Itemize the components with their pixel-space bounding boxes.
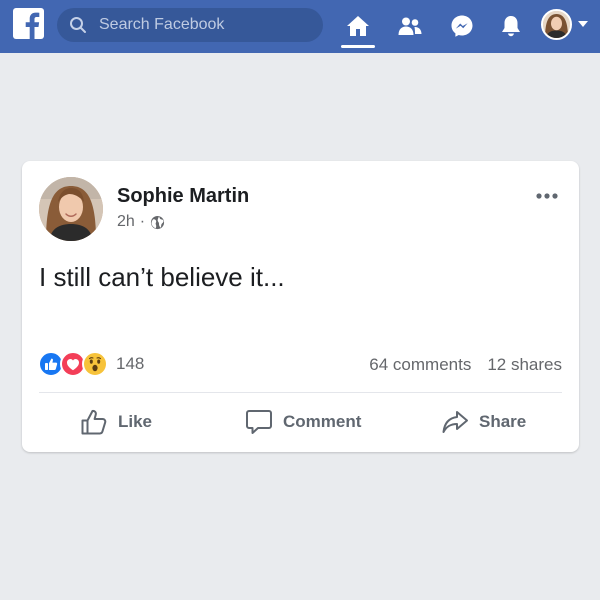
wow-reaction-icon xyxy=(82,351,108,377)
author-avatar[interactable] xyxy=(39,177,103,241)
more-dots-icon xyxy=(536,193,558,199)
reactions-summary[interactable]: 148 xyxy=(38,351,144,377)
post-body-text: I still can’t believe it... xyxy=(39,262,285,292)
post-timestamp[interactable]: 2h xyxy=(117,213,135,231)
nav-friends-button[interactable] xyxy=(390,8,430,44)
globe-icon xyxy=(151,215,165,229)
home-icon xyxy=(347,16,369,36)
profile-avatar[interactable] xyxy=(541,9,572,40)
comment-icon xyxy=(246,410,272,434)
post-options-button[interactable] xyxy=(532,187,562,205)
nav-home-button[interactable] xyxy=(338,8,378,44)
comments-count-link[interactable]: 64 comments xyxy=(369,355,471,375)
meta-separator: · xyxy=(139,213,146,230)
search-icon xyxy=(70,17,86,33)
share-button[interactable]: Share xyxy=(441,405,526,439)
bell-icon xyxy=(502,16,520,37)
search-bar[interactable] xyxy=(57,8,323,42)
comment-button[interactable]: Comment xyxy=(245,405,361,439)
like-label: Like xyxy=(118,412,153,431)
comment-label: Comment xyxy=(283,412,362,431)
nav-messenger-button[interactable] xyxy=(442,8,482,44)
nav-notifications-button[interactable] xyxy=(491,8,531,44)
top-navigation-bar xyxy=(0,0,600,53)
friends-icon xyxy=(398,17,422,35)
post-meta: 2h · xyxy=(117,212,165,232)
share-label: Share xyxy=(479,412,527,431)
author-name[interactable]: Sophie Martin xyxy=(117,185,249,208)
reaction-count[interactable]: 148 xyxy=(116,354,144,374)
active-tab-indicator xyxy=(341,45,375,48)
messenger-icon xyxy=(451,15,473,37)
engagement-counts: 64 comments 12 shares xyxy=(369,355,562,375)
facebook-logo-icon[interactable] xyxy=(13,8,44,39)
post-card: Sophie Martin 2h · I still can’t believe… xyxy=(22,161,579,452)
search-input[interactable] xyxy=(99,8,314,42)
share-arrow-icon xyxy=(442,411,468,433)
shares-count-link[interactable]: 12 shares xyxy=(487,355,562,375)
actions-divider xyxy=(39,392,562,393)
thumbs-up-icon xyxy=(81,409,107,435)
account-menu-caret-icon[interactable] xyxy=(577,20,589,28)
like-button[interactable]: Like xyxy=(80,405,152,439)
